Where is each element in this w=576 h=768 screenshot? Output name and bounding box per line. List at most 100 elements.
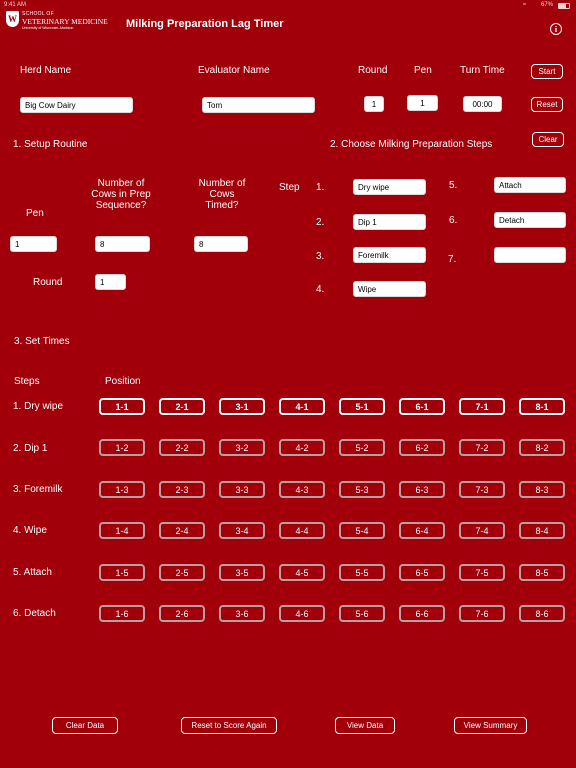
- position-button[interactable]: 8-1: [519, 398, 565, 415]
- position-button[interactable]: 7-1: [459, 398, 505, 415]
- position-button[interactable]: 4-6: [279, 605, 325, 622]
- position-button[interactable]: 5-1: [339, 398, 385, 415]
- logo-line2: VETERINARY MEDICINE: [22, 17, 108, 26]
- position-button[interactable]: 8-4: [519, 522, 565, 539]
- position-button[interactable]: 5-5: [339, 564, 385, 581]
- position-button[interactable]: 3-1: [219, 398, 265, 415]
- position-button[interactable]: 3-3: [219, 481, 265, 498]
- reset-score-button[interactable]: Reset to Score Again: [181, 717, 277, 734]
- wifi-icon: ≈: [523, 2, 527, 8]
- herd-name-label: Herd Name: [20, 65, 72, 76]
- herd-name-field[interactable]: Big Cow Dairy: [20, 97, 133, 113]
- step-field-3[interactable]: Foremilk: [353, 247, 426, 263]
- page-title: Milking Preparation Lag Timer: [126, 18, 284, 30]
- position-button[interactable]: 3-2: [219, 439, 265, 456]
- position-button[interactable]: 2-3: [159, 481, 205, 498]
- position-button[interactable]: 6-1: [399, 398, 445, 415]
- round-label: Round: [358, 65, 388, 76]
- logo-line3: University of Wisconsin–Madison: [22, 26, 74, 30]
- view-data-button[interactable]: View Data: [335, 717, 395, 734]
- cows-prep-field[interactable]: 8: [95, 236, 150, 252]
- step-field-5[interactable]: Attach: [494, 177, 566, 193]
- cows-timed-field[interactable]: 8: [194, 236, 248, 252]
- position-button[interactable]: 6-3: [399, 481, 445, 498]
- uw-seal-icon: W: [6, 11, 19, 27]
- step-field-1[interactable]: Dry wipe: [353, 179, 426, 195]
- position-button[interactable]: 1-1: [99, 398, 145, 415]
- setup-pen-field[interactable]: 1: [10, 236, 57, 252]
- step-num-3: 3.: [316, 251, 325, 262]
- position-button[interactable]: 8-3: [519, 481, 565, 498]
- start-button[interactable]: Start: [531, 64, 563, 79]
- position-button[interactable]: 5-4: [339, 522, 385, 539]
- evaluator-name-label: Evaluator Name: [198, 65, 270, 76]
- evaluator-name-field[interactable]: Tom: [202, 97, 315, 113]
- position-button[interactable]: 6-2: [399, 439, 445, 456]
- position-button[interactable]: 5-3: [339, 481, 385, 498]
- time-row-label-2: 2. Dip 1: [13, 443, 48, 454]
- position-button[interactable]: 4-2: [279, 439, 325, 456]
- position-button[interactable]: 7-5: [459, 564, 505, 581]
- step-num-4: 4.: [316, 284, 325, 295]
- battery-icon: [558, 3, 570, 9]
- position-button[interactable]: 3-4: [219, 522, 265, 539]
- pen-label: Pen: [414, 65, 432, 76]
- setup-pen-label: Pen: [26, 208, 44, 219]
- cows-timed-label: Number of Cows Timed?: [198, 178, 246, 211]
- position-button[interactable]: 5-2: [339, 439, 385, 456]
- battery-level: 67%: [541, 2, 554, 8]
- clear-data-button[interactable]: Clear Data: [52, 717, 118, 734]
- step-num-1: 1.: [316, 182, 325, 193]
- position-button[interactable]: 8-6: [519, 605, 565, 622]
- position-button[interactable]: 4-3: [279, 481, 325, 498]
- step-field-4[interactable]: Wipe: [353, 281, 426, 297]
- position-button[interactable]: 2-4: [159, 522, 205, 539]
- step-field-7[interactable]: [494, 247, 566, 263]
- position-button[interactable]: 3-5: [219, 564, 265, 581]
- status-time: 9:41 AM: [4, 2, 27, 8]
- position-button[interactable]: 7-4: [459, 522, 505, 539]
- position-button[interactable]: 7-6: [459, 605, 505, 622]
- step-field-2[interactable]: Dip 1: [353, 214, 426, 230]
- position-button[interactable]: 8-5: [519, 564, 565, 581]
- step-num-5: 5.: [449, 180, 458, 191]
- position-button[interactable]: 2-6: [159, 605, 205, 622]
- position-button[interactable]: 3-6: [219, 605, 265, 622]
- step-num-2: 2.: [316, 217, 325, 228]
- info-icon[interactable]: i: [550, 23, 562, 35]
- round-field[interactable]: 1: [364, 96, 384, 112]
- set-times-title: 3. Set Times: [14, 336, 70, 347]
- position-button[interactable]: 2-5: [159, 564, 205, 581]
- clear-steps-button[interactable]: Clear: [532, 132, 564, 147]
- time-row-label-1: 1. Dry wipe: [13, 401, 64, 412]
- position-button[interactable]: 1-6: [99, 605, 145, 622]
- position-button[interactable]: 1-4: [99, 522, 145, 539]
- position-button[interactable]: 6-5: [399, 564, 445, 581]
- position-button[interactable]: 4-1: [279, 398, 325, 415]
- reset-button[interactable]: Reset: [531, 97, 563, 112]
- setup-round-field[interactable]: 1: [95, 274, 126, 290]
- position-button[interactable]: 4-5: [279, 564, 325, 581]
- turn-time-field[interactable]: 00:00: [463, 96, 502, 112]
- time-row-label-5: 5. Attach: [13, 567, 52, 578]
- position-header: Position: [105, 376, 141, 387]
- position-button[interactable]: 7-2: [459, 439, 505, 456]
- position-button[interactable]: 1-2: [99, 439, 145, 456]
- pen-field[interactable]: 1: [407, 95, 438, 111]
- step-field-6[interactable]: Detach: [494, 212, 566, 228]
- time-row-label-6: 6. Detach: [13, 608, 56, 619]
- cows-prep-label: Number of Cows in Prep Sequence?: [91, 178, 151, 211]
- time-row-label-3: 3. Foremilk: [13, 484, 63, 495]
- position-button[interactable]: 2-1: [159, 398, 205, 415]
- position-button[interactable]: 1-3: [99, 481, 145, 498]
- position-button[interactable]: 6-4: [399, 522, 445, 539]
- position-button[interactable]: 5-6: [339, 605, 385, 622]
- position-button[interactable]: 4-4: [279, 522, 325, 539]
- position-button[interactable]: 7-3: [459, 481, 505, 498]
- position-button[interactable]: 1-5: [99, 564, 145, 581]
- position-button[interactable]: 8-2: [519, 439, 565, 456]
- position-button[interactable]: 6-6: [399, 605, 445, 622]
- view-summary-button[interactable]: View Summary: [454, 717, 527, 734]
- setup-round-label: Round: [33, 277, 63, 288]
- position-button[interactable]: 2-2: [159, 439, 205, 456]
